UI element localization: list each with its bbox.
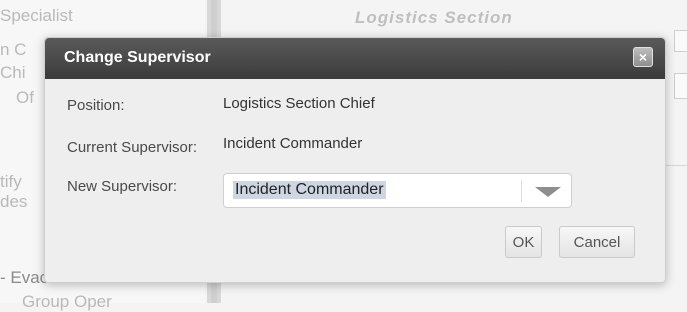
bg-text-fragment: des bbox=[0, 192, 28, 211]
change-supervisor-dialog: Change Supervisor × Position: Logistics … bbox=[44, 37, 666, 283]
select-separator bbox=[521, 180, 522, 202]
new-supervisor-select[interactable]: Incident Commander bbox=[223, 173, 572, 208]
current-supervisor-label: Current Supervisor: bbox=[67, 139, 198, 156]
bg-text-fragment: n C bbox=[0, 40, 27, 59]
chevron-down-icon[interactable] bbox=[535, 187, 561, 197]
new-supervisor-label: New Supervisor: bbox=[67, 178, 178, 195]
close-icon[interactable]: × bbox=[633, 47, 653, 67]
bg-text-fragment: Of bbox=[16, 88, 34, 107]
new-supervisor-selected-value[interactable]: Incident Commander bbox=[233, 181, 386, 199]
background-input-box bbox=[674, 30, 687, 52]
position-label: Position: bbox=[67, 97, 125, 114]
dialog-titlebar[interactable]: Change Supervisor × bbox=[45, 38, 665, 79]
ok-button[interactable]: OK bbox=[505, 226, 542, 258]
dialog-title: Change Supervisor bbox=[64, 49, 211, 66]
bg-text-fragment: Chi bbox=[0, 63, 26, 82]
bg-text-specialist: Specialist bbox=[0, 6, 73, 25]
background-section-title: Logistics Section bbox=[355, 8, 513, 27]
bg-text-fragment: tify bbox=[0, 172, 22, 191]
cancel-button[interactable]: Cancel bbox=[559, 226, 635, 258]
position-value: Logistics Section Chief bbox=[223, 95, 375, 112]
current-supervisor-value: Incident Commander bbox=[223, 135, 363, 152]
bg-text-fragment: Group Oper bbox=[22, 292, 112, 311]
background-input-box bbox=[674, 73, 687, 99]
